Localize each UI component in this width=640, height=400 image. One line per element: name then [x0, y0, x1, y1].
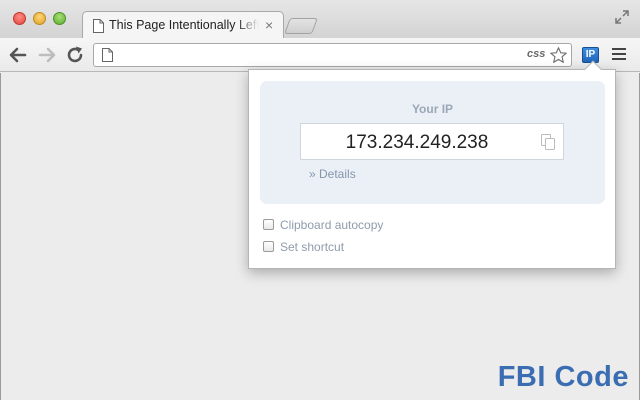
- star-icon[interactable]: [549, 46, 568, 65]
- tab-active[interactable]: This Page Intentionally Left Blank ×: [82, 11, 284, 39]
- ip-extension-button[interactable]: IP: [582, 47, 599, 63]
- set-shortcut-label: Set shortcut: [280, 240, 345, 254]
- fullscreen-icon[interactable]: [614, 9, 630, 25]
- details-toggle[interactable]: » Details: [309, 167, 356, 181]
- ip-popup: Your IP 173.234.249.238 » Details Clipbo…: [248, 69, 616, 269]
- ip-field[interactable]: 173.234.249.238: [300, 123, 564, 160]
- ip-heading: Your IP: [411, 102, 454, 116]
- reload-icon[interactable]: [64, 44, 86, 66]
- back-arrow-icon[interactable]: [7, 44, 29, 66]
- menu-icon[interactable]: [612, 48, 626, 62]
- forward-arrow-icon[interactable]: [36, 44, 58, 66]
- set-shortcut-option[interactable]: Set shortcut: [263, 240, 344, 254]
- watermark: FBI Code: [497, 361, 629, 393]
- page-icon: [93, 19, 104, 33]
- ip-address[interactable]: 173.234.249.238: [301, 132, 533, 154]
- css-extension-badge[interactable]: css: [527, 48, 545, 60]
- address-bar[interactable]: css: [93, 43, 572, 67]
- url-input[interactable]: [120, 46, 520, 64]
- copy-icon[interactable]: [541, 134, 556, 151]
- ip-panel: Your IP 173.234.249.238 » Details: [260, 81, 605, 204]
- window-close-button[interactable]: [13, 12, 26, 25]
- browser-toolbar: css IP: [0, 38, 640, 72]
- title-bar: This Page Intentionally Left Blank ×: [0, 0, 640, 39]
- clipboard-autocopy-label: Clipboard autocopy: [280, 218, 384, 232]
- clipboard-autocopy-option[interactable]: Clipboard autocopy: [263, 218, 383, 232]
- page-icon: [102, 48, 113, 62]
- set-shortcut-checkbox[interactable]: [263, 241, 274, 252]
- clipboard-autocopy-checkbox[interactable]: [263, 219, 274, 230]
- window-zoom-button[interactable]: [53, 12, 66, 25]
- tab-title: This Page Intentionally Left Blank: [109, 18, 259, 32]
- tab-close-icon[interactable]: ×: [265, 16, 273, 34]
- window-minimize-button[interactable]: [33, 12, 46, 25]
- new-tab-button[interactable]: [284, 18, 318, 34]
